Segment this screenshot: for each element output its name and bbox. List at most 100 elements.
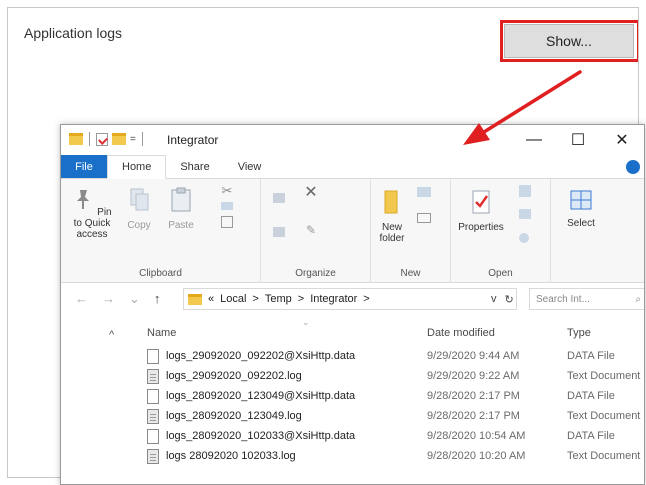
select-button[interactable]: Select xyxy=(561,189,601,229)
breadcrumb-separator[interactable]: > xyxy=(298,293,304,305)
file-row[interactable]: logs_29092020_092202.log 9/29/2020 9:22 A… xyxy=(147,367,644,387)
navigation-bar: ← → ⌄ ↑ « Local > Temp > Integrator > v … xyxy=(61,283,644,315)
file-type: Text Document xyxy=(567,450,641,462)
edit-icon[interactable] xyxy=(519,209,539,219)
select-group: Select xyxy=(551,179,644,283)
breadcrumb-local[interactable]: Local xyxy=(220,293,246,305)
file-date-modified: 9/28/2020 10:54 AM xyxy=(427,430,526,442)
application-logs-label: Application logs xyxy=(24,25,123,41)
address-actions: v ↻ xyxy=(491,288,514,310)
new-group: New folder New xyxy=(371,179,451,283)
pin-icon xyxy=(77,190,90,209)
data-file-icon xyxy=(147,389,159,404)
file-date-modified: 9/28/2020 2:17 PM xyxy=(427,410,520,422)
new-folder-icon xyxy=(384,190,398,214)
file-row[interactable]: logs 28092020 102033.log 9/28/2020 10:20 … xyxy=(147,447,644,467)
tab-file[interactable]: File xyxy=(61,155,107,178)
address-overflow[interactable]: « xyxy=(208,293,214,305)
forward-arrow-icon[interactable]: → xyxy=(102,291,115,307)
search-placeholder: Search Int... xyxy=(536,293,590,305)
recent-dropdown-icon[interactable]: ⌄ xyxy=(129,291,140,307)
copy-path-icon[interactable] xyxy=(221,202,233,210)
text-file-icon xyxy=(147,369,159,384)
cut-icon[interactable]: ✂ xyxy=(207,184,247,197)
column-header-type[interactable]: Type xyxy=(567,327,591,339)
ribbon-tabs: File Home Share View xyxy=(61,155,644,179)
file-rows: logs_29092020_092202@XsiHttp.data 9/29/20… xyxy=(147,347,644,467)
ribbon: Pin to Quick access Copy Paste ✂ Clipboa… xyxy=(61,179,644,283)
new-folder-button[interactable]: New folder xyxy=(375,189,409,244)
tab-share[interactable]: Share xyxy=(166,155,223,178)
open-group-label: Open xyxy=(488,268,513,279)
delete-icon[interactable]: ✕ xyxy=(301,185,321,201)
pin-label: Pin to Quick access xyxy=(73,207,112,240)
back-arrow-icon[interactable]: ← xyxy=(75,291,88,307)
close-button[interactable]: ✕ xyxy=(600,125,644,155)
new-group-label: New xyxy=(400,268,421,279)
clipboard-group: Pin to Quick access Copy Paste ✂ Clipboa… xyxy=(61,179,261,283)
search-input[interactable]: Search Int... ⌕ xyxy=(529,288,644,310)
properties-icon xyxy=(472,190,490,214)
file-name[interactable]: logs_29092020_092202@XsiHttp.data xyxy=(166,350,355,362)
up-arrow-icon[interactable]: ↑ xyxy=(154,291,161,307)
organize-group-label: Organize xyxy=(295,268,336,279)
copy-icon xyxy=(130,188,149,211)
file-date-modified: 9/28/2020 2:17 PM xyxy=(427,390,520,402)
paste-label: Paste xyxy=(168,220,194,231)
breadcrumb-integrator[interactable]: Integrator xyxy=(310,293,357,305)
show-logs-button[interactable]: Show... xyxy=(504,24,634,58)
text-file-icon xyxy=(147,409,159,424)
move-to-icon[interactable] xyxy=(273,193,293,203)
pin-to-quick-access-button[interactable]: Pin to Quick access xyxy=(67,187,117,240)
data-file-icon xyxy=(147,429,159,444)
file-row[interactable]: logs_28092020_102033@XsiHttp.data 9/28/20… xyxy=(147,427,644,447)
paste-button[interactable]: Paste xyxy=(161,187,201,231)
new-item-icon[interactable] xyxy=(417,187,437,197)
copy-label: Copy xyxy=(127,220,151,231)
nav-arrows: ← → ⌄ ↑ xyxy=(75,291,160,307)
file-type: DATA File xyxy=(567,390,615,402)
collapse-caret-icon[interactable]: ^ xyxy=(109,329,114,341)
address-dropdown-icon[interactable]: v xyxy=(491,293,497,305)
file-row[interactable]: logs_28092020_123049@XsiHttp.data 9/28/20… xyxy=(147,387,644,407)
history-icon[interactable] xyxy=(519,233,539,243)
file-name[interactable]: logs_28092020_102033@XsiHttp.data xyxy=(166,430,355,442)
properties-label: Properties xyxy=(458,222,504,233)
properties-button[interactable]: Properties xyxy=(451,189,511,233)
file-name[interactable]: logs 28092020 102033.log xyxy=(166,450,296,462)
copy-button[interactable]: Copy xyxy=(121,187,157,231)
tab-view[interactable]: View xyxy=(224,155,276,178)
breadcrumb-temp[interactable]: Temp xyxy=(265,293,292,305)
column-header-date[interactable]: Date modified xyxy=(427,327,495,339)
refresh-icon[interactable]: ↻ xyxy=(505,293,514,306)
new-folder-label: New folder xyxy=(379,222,405,244)
address-bar[interactable]: « Local > Temp > Integrator > xyxy=(183,288,517,310)
file-row[interactable]: logs_28092020_123049.log 9/28/2020 2:17 P… xyxy=(147,407,644,427)
breadcrumb-separator[interactable]: > xyxy=(363,293,369,305)
file-row[interactable]: logs_29092020_092202@XsiHttp.data 9/29/20… xyxy=(147,347,644,367)
paste-shortcut-icon[interactable] xyxy=(221,216,233,228)
quick-access-toolbar: = xyxy=(69,132,145,146)
new-folder-icon[interactable] xyxy=(112,133,126,145)
toolbar-divider xyxy=(141,132,143,146)
file-explorer-window: = Integrator — ☐ ✕ File Home Share View … xyxy=(60,124,645,485)
file-name[interactable]: logs_28092020_123049@XsiHttp.data xyxy=(166,390,355,402)
tab-home[interactable]: Home xyxy=(107,155,167,179)
easy-access-icon[interactable] xyxy=(417,213,437,223)
help-icon[interactable] xyxy=(626,160,640,174)
properties-icon[interactable] xyxy=(96,132,108,146)
window-title: Integrator xyxy=(167,133,219,147)
maximize-button[interactable]: ☐ xyxy=(556,125,600,155)
copy-to-icon[interactable] xyxy=(273,227,293,237)
column-header-name[interactable]: Name xyxy=(147,327,176,339)
open-icon[interactable] xyxy=(519,185,539,197)
folder-icon xyxy=(69,133,83,145)
file-list-pane: ^ Name ⌄ Date modified Type logs_2909202… xyxy=(61,315,644,484)
rename-icon[interactable]: ✎ xyxy=(301,224,321,236)
minimize-button[interactable]: — xyxy=(512,125,556,155)
customize-toolbar-dropdown[interactable]: = xyxy=(130,134,136,145)
text-file-icon xyxy=(147,449,159,464)
breadcrumb-separator[interactable]: > xyxy=(252,293,258,305)
file-name[interactable]: logs_28092020_123049.log xyxy=(166,410,302,422)
file-name[interactable]: logs_29092020_092202.log xyxy=(166,370,302,382)
